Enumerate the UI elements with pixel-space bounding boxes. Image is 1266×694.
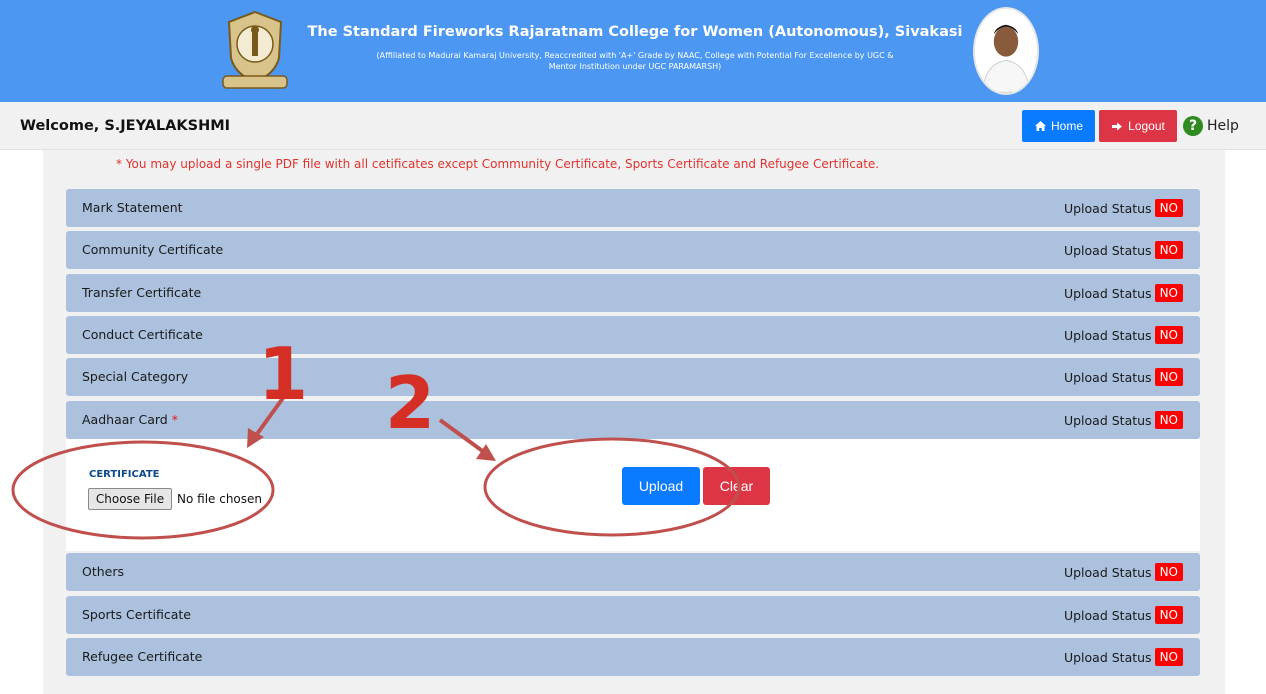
status-label: Upload Status [1063, 327, 1152, 343]
logout-button[interactable]: Logout [1099, 110, 1177, 142]
status-badge: NO [1154, 648, 1183, 666]
upload-status: Upload Status NO [1064, 326, 1183, 344]
section-community-certificate[interactable]: Community Certificate Upload Status NO [66, 231, 1200, 269]
status-badge: NO [1154, 606, 1183, 624]
status-label: Upload Status [1063, 285, 1152, 301]
college-title: The Standard Fireworks Rajaratnam Colleg… [307, 24, 963, 40]
status-label: Upload Status [1063, 200, 1152, 216]
section-label: Community Certificate [82, 242, 224, 257]
upload-status: Upload Status NO [1064, 199, 1183, 217]
subtitle-line-1: (Affiliated to Madurai Kamaraj Universit… [376, 51, 894, 60]
section-aadhaar-card[interactable]: Aadhaar Card * Upload Status NO [66, 401, 1200, 439]
section-others[interactable]: Others Upload Status NO [66, 553, 1200, 591]
upload-note: * You may upload a single PDF file with … [116, 157, 880, 171]
status-badge: NO [1154, 241, 1183, 259]
college-crest-icon [222, 10, 288, 89]
section-label: Aadhaar Card * [82, 412, 178, 427]
header-banner: The Standard Fireworks Rajaratnam Colleg… [0, 0, 1266, 102]
no-file-chosen-text: No file chosen [177, 492, 263, 506]
section-label: Sports Certificate [82, 607, 191, 622]
section-label: Refugee Certificate [82, 649, 203, 664]
section-special-category[interactable]: Special Category Upload Status NO [66, 358, 1200, 396]
annotation-marker-1: 1 [258, 332, 309, 416]
status-label: Upload Status [1063, 649, 1152, 665]
choose-file-button[interactable]: Choose File [88, 488, 172, 510]
upload-status: Upload Status NO [1064, 563, 1183, 581]
upload-status: Upload Status NO [1064, 606, 1183, 624]
status-badge: NO [1154, 199, 1183, 217]
clear-button[interactable]: Clear [703, 467, 770, 505]
section-label: Transfer Certificate [82, 285, 202, 300]
status-label: Upload Status [1063, 607, 1152, 623]
status-label: Upload Status [1063, 412, 1152, 428]
status-label: Upload Status [1063, 242, 1152, 258]
help-label: Help [1207, 118, 1239, 134]
upload-button[interactable]: Upload [622, 467, 700, 505]
section-label: Mark Statement [82, 200, 183, 215]
home-label: Home [1050, 119, 1083, 133]
required-marker: * [171, 412, 178, 427]
section-refugee-certificate[interactable]: Refugee Certificate Upload Status NO [66, 638, 1200, 676]
status-label: Upload Status [1063, 369, 1152, 385]
help-link[interactable]: ? Help [1183, 115, 1239, 137]
upload-status: Upload Status NO [1064, 368, 1183, 386]
upload-status: Upload Status NO [1064, 411, 1183, 429]
certificate-label: CERTIFICATE [89, 469, 160, 480]
section-label: Special Category [82, 369, 189, 384]
college-subtitle: (Affiliated to Madurai Kamaraj Universit… [320, 50, 950, 72]
subtitle-line-2: Mentor Institution under UGC PARAMARSH) [548, 62, 722, 71]
logout-icon [1112, 122, 1123, 130]
help-icon: ? [1183, 116, 1203, 136]
section-label: Others [82, 564, 125, 579]
section-label: Conduct Certificate [82, 327, 203, 342]
welcome-text: Welcome, S.JEYALAKSHMI [20, 118, 231, 134]
status-label: Upload Status [1063, 564, 1152, 580]
section-conduct-certificate[interactable]: Conduct Certificate Upload Status NO [66, 316, 1200, 354]
founder-portrait-icon [973, 7, 1039, 95]
logout-label: Logout [1128, 119, 1165, 133]
home-button[interactable]: Home [1022, 110, 1095, 142]
home-icon [1034, 121, 1046, 131]
status-badge: NO [1154, 284, 1183, 302]
section-sports-certificate[interactable]: Sports Certificate Upload Status NO [66, 596, 1200, 634]
upload-status: Upload Status NO [1064, 241, 1183, 259]
section-mark-statement[interactable]: Mark Statement Upload Status NO [66, 189, 1200, 227]
status-badge: NO [1154, 368, 1183, 386]
upload-status: Upload Status NO [1064, 284, 1183, 302]
status-badge: NO [1154, 563, 1183, 581]
section-transfer-certificate[interactable]: Transfer Certificate Upload Status NO [66, 274, 1200, 312]
status-badge: NO [1154, 326, 1183, 344]
status-badge: NO [1154, 411, 1183, 429]
section-label-text: Aadhaar Card [82, 412, 168, 427]
upload-status: Upload Status NO [1064, 648, 1183, 666]
annotation-marker-2: 2 [385, 361, 436, 445]
